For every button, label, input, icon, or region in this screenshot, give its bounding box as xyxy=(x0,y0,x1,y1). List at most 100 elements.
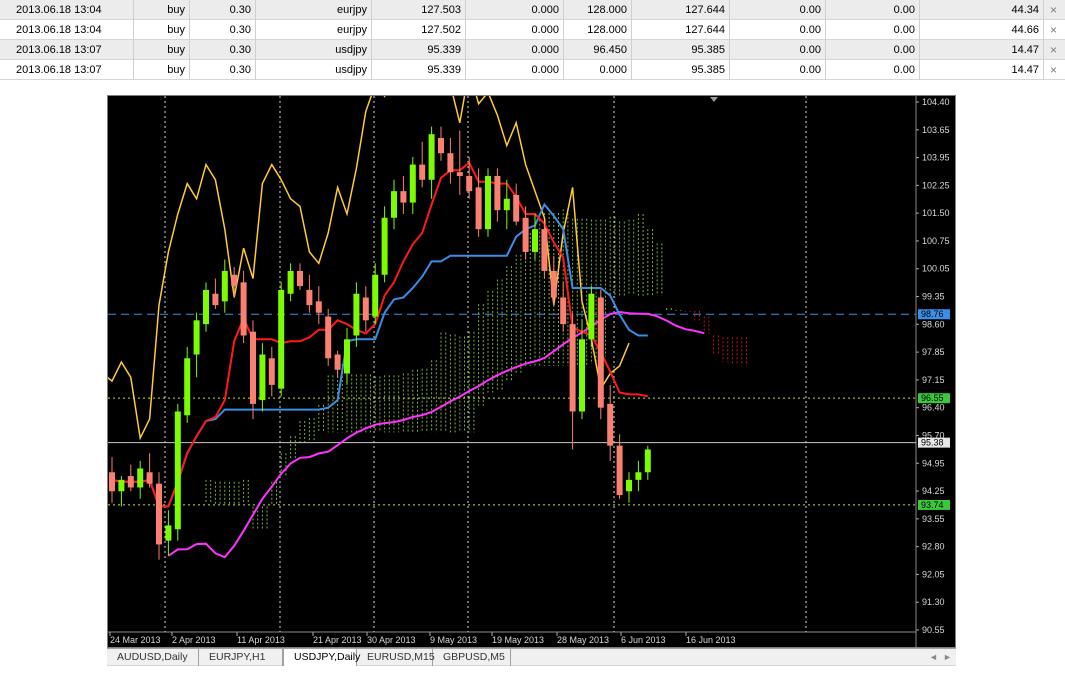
candle-body xyxy=(513,194,520,222)
candle-body xyxy=(569,324,576,412)
trade-take-profit: 0.000 xyxy=(564,60,632,80)
close-order-icon[interactable]: × xyxy=(1050,20,1057,40)
trade-commission: 0.00 xyxy=(730,40,826,60)
trade-profit: 14.47 xyxy=(920,40,1044,60)
candle-body xyxy=(447,153,454,173)
y-tick-label: 97.15 xyxy=(922,375,945,385)
trade-size: 0.30 xyxy=(190,20,256,40)
table-row[interactable]: 2013.06.18 13:04 buy 0.30 eurjpy 127.502 0.00… xyxy=(0,20,1065,40)
trade-type: buy xyxy=(134,0,190,20)
candle-body xyxy=(137,468,144,488)
trade-time: 2013.06.18 13:07 xyxy=(0,60,134,80)
trade-stop-loss: 0.000 xyxy=(466,60,564,80)
chart-tab-eurjpy-h1[interactable]: EURJPY,H1 xyxy=(199,649,283,666)
trade-stop-loss: 0.000 xyxy=(466,20,564,40)
y-tick-label: 103.95 xyxy=(922,153,950,163)
candle-body xyxy=(212,293,219,306)
candle-body xyxy=(221,270,228,302)
candle-body xyxy=(438,137,444,154)
trade-type: buy xyxy=(134,60,190,80)
candle-body xyxy=(344,339,350,374)
candle-body xyxy=(456,172,463,176)
price-label: 95.38 xyxy=(921,438,944,448)
tabs-scroll-right-icon[interactable]: ► xyxy=(943,649,952,666)
chart-tabs-bar: ◄ ► AUDUSD,Daily EURJPY,H1 USDJPY,Daily EUR… xyxy=(107,648,956,666)
trade-time: 2013.06.18 13:04 xyxy=(0,20,134,40)
y-tick-label: 92.05 xyxy=(922,569,945,579)
candle-body xyxy=(400,191,407,203)
trade-profit: 44.66 xyxy=(920,20,1044,40)
x-tick-label: 28 May 2013 xyxy=(557,635,609,645)
candle-body xyxy=(278,289,285,389)
candle-body xyxy=(532,229,538,252)
candle-body xyxy=(165,525,172,541)
trade-symbol: usdjpy xyxy=(256,40,372,60)
chart-tab-gbpusd-m5[interactable]: GBPUSD,M5 xyxy=(433,649,511,666)
chart-tab-usdjpy-daily[interactable]: USDJPY,Daily xyxy=(283,649,360,666)
candle-body xyxy=(579,339,585,412)
candle-body xyxy=(494,175,501,211)
candle-body xyxy=(109,472,115,492)
candle-body xyxy=(334,354,341,370)
x-tick-label: 11 Apr 2013 xyxy=(237,635,285,645)
candle-body xyxy=(325,316,332,359)
candle-body xyxy=(203,289,209,325)
candle-body xyxy=(541,229,548,271)
trade-current-price: 95.385 xyxy=(632,60,730,80)
x-tick-label: 24 Mar 2013 xyxy=(110,635,161,645)
x-tick-label: 6 Jun 2013 xyxy=(621,635,666,645)
trade-stop-loss: 0.000 xyxy=(466,0,564,20)
table-row[interactable]: 2013.06.18 13:07 buy 0.30 usdjpy 95.339 0.000… xyxy=(0,60,1065,80)
candle-body xyxy=(118,479,125,492)
candle-body xyxy=(616,445,623,496)
table-row[interactable]: 2013.06.18 13:04 buy 0.30 eurjpy 127.503 0.00… xyxy=(0,0,1065,20)
chart-tab-eurusd-m15[interactable]: EURUSD,M15 xyxy=(357,649,435,666)
candle-body xyxy=(353,293,360,336)
candle-body xyxy=(259,354,266,401)
candle-body xyxy=(193,320,200,355)
candle-body xyxy=(297,270,303,287)
kijun-sen-line xyxy=(111,202,648,508)
trade-take-profit: 128.000 xyxy=(564,20,632,40)
trade-swap: 0.00 xyxy=(826,40,920,60)
y-tick-label: 104.40 xyxy=(922,97,950,107)
close-order-icon[interactable]: × xyxy=(1050,60,1057,80)
candle-body xyxy=(391,191,397,218)
trade-profit: 44.34 xyxy=(920,0,1044,20)
candle-body xyxy=(268,358,275,385)
y-tick-label: 98.60 xyxy=(922,319,945,329)
tabs-scroll-left-icon[interactable]: ◄ xyxy=(929,649,938,666)
trade-time: 2013.06.18 13:07 xyxy=(0,40,134,60)
candle-body xyxy=(475,187,482,230)
chart-tab-audusd-daily[interactable]: AUDUSD,Daily xyxy=(107,649,199,666)
trade-symbol: usdjpy xyxy=(256,60,372,80)
trade-swap: 0.00 xyxy=(826,60,920,80)
moving-average-line xyxy=(167,310,705,559)
x-tick-label: 19 May 2013 xyxy=(492,635,544,645)
close-order-icon[interactable]: × xyxy=(1050,40,1057,60)
close-order-icon[interactable]: × xyxy=(1050,0,1057,20)
candle-body xyxy=(588,293,595,340)
x-tick-label: 2 Apr 2013 xyxy=(172,635,216,645)
candle-body xyxy=(428,134,435,180)
trade-take-profit: 96.450 xyxy=(564,40,632,60)
y-tick-label: 100.05 xyxy=(922,264,950,274)
trade-swap: 0.00 xyxy=(826,0,920,20)
y-tick-label: 90.55 xyxy=(922,625,945,635)
x-tick-label: 9 May 2013 xyxy=(430,635,477,645)
price-chart[interactable]: 104.40 103.65 103.95 102.25 101.50 100.75 100.… xyxy=(107,95,957,649)
chart-canvas[interactable]: 104.40 103.65 103.95 102.25 101.50 100.75 100.… xyxy=(108,96,957,649)
y-tick-label: 97.85 xyxy=(922,347,945,357)
trade-type: buy xyxy=(134,20,190,40)
y-tick-label: 96.40 xyxy=(922,403,945,413)
trade-symbol: eurjpy xyxy=(256,0,372,20)
candle-body xyxy=(184,358,191,416)
y-tick-label: 94.25 xyxy=(922,486,945,496)
candle-body xyxy=(409,164,416,203)
y-tick-label: 93.55 xyxy=(922,514,945,524)
table-row[interactable]: 2013.06.18 13:07 buy 0.30 usdjpy 95.339 0.000… xyxy=(0,40,1065,60)
trade-open-price: 95.339 xyxy=(372,40,466,60)
candle-body xyxy=(503,198,510,211)
trades-table: 2013.06.18 13:04 buy 0.30 eurjpy 127.503 0.00… xyxy=(0,0,1065,80)
candle-body xyxy=(522,217,529,252)
